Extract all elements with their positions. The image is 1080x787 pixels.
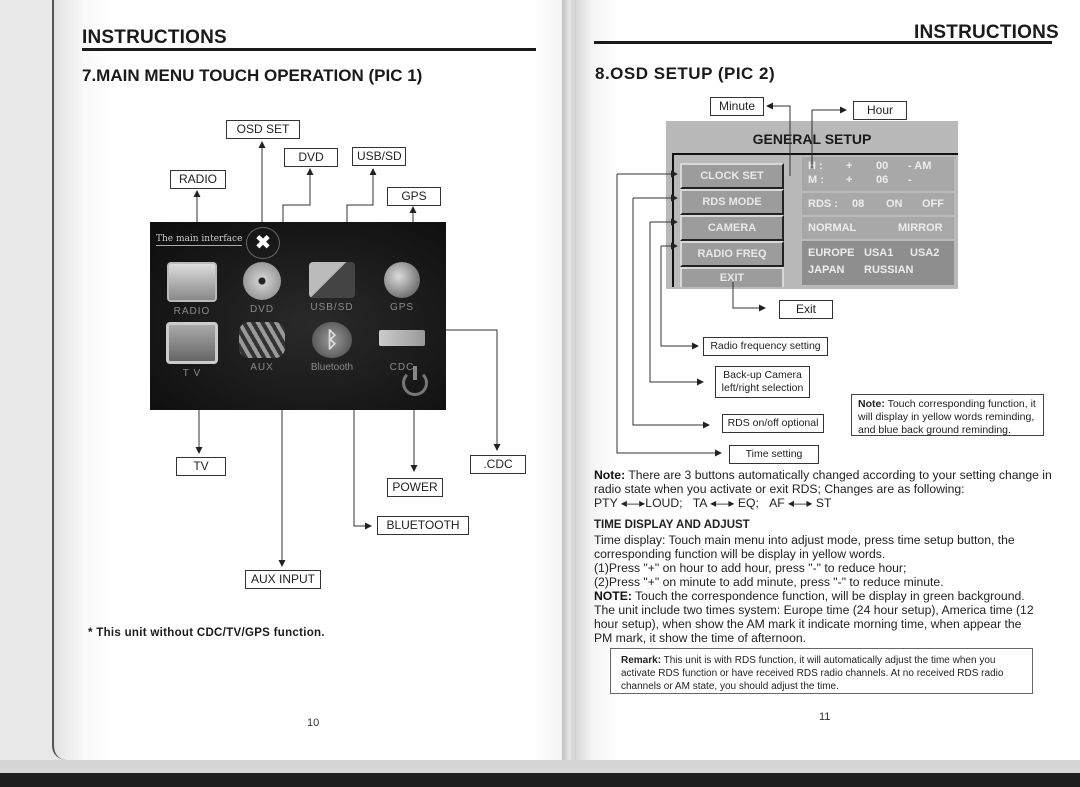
hour-label: H : (808, 160, 823, 172)
bluetooth-icon: ᛒ (312, 322, 352, 358)
rds-value: 08 (852, 198, 865, 210)
radio-freq-button[interactable]: RADIO FREQ (680, 241, 784, 267)
usb-sd-label: USB/SD (352, 147, 406, 166)
main-interface-title: The main interface (156, 234, 243, 246)
cd-changer-icon (379, 330, 425, 346)
rds-off-button[interactable]: OFF (922, 195, 944, 213)
gps-label: GPS (387, 187, 441, 206)
app-bluetooth[interactable]: ᛒ Bluetooth (300, 322, 364, 373)
left-header-rule (82, 48, 536, 51)
minute-minus-button[interactable]: - (908, 173, 912, 187)
scanner-edge (0, 773, 1080, 787)
dvd-label: DVD (284, 148, 338, 167)
book-gutter (562, 0, 576, 760)
app-radio[interactable]: RADIO (160, 262, 224, 317)
rds-label: RDS : (808, 198, 838, 210)
right-page-number: 11 (819, 711, 831, 723)
app-tv[interactable]: T V (160, 322, 224, 379)
camera-normal-button[interactable]: NORMAL (808, 219, 898, 237)
region-usa1-button[interactable]: USA1 (864, 245, 910, 262)
app-aux[interactable]: AUX (230, 322, 294, 373)
cables-icon (239, 322, 285, 358)
time-intro: Time display: Touch main menu into adjus… (594, 533, 1015, 561)
side-note-box: Note: Touch corresponding function, it w… (851, 394, 1044, 436)
minute-label: M : (808, 174, 824, 186)
right-header: INSTRUCTIONS (914, 22, 1059, 43)
left-page-number: 10 (307, 717, 320, 729)
camera-settings: NORMAL MIRROR (802, 217, 954, 239)
app-cdc[interactable]: CDC (370, 322, 434, 373)
camera-mirror-button[interactable]: MIRROR (898, 219, 943, 237)
rds-note: Note: There are 3 buttons automatically … (594, 468, 1052, 496)
power-label: POWER (387, 478, 443, 497)
minute-plus-button[interactable]: + (846, 173, 876, 187)
camera-label-box: Back-up Camera left/right selection (715, 366, 810, 398)
radio-label: RADIO (170, 170, 226, 189)
region-russian-button[interactable]: RUSSIAN (864, 262, 914, 279)
cdc-label: .CDC (470, 455, 526, 474)
time-note: NOTE: Touch the correspondence function,… (594, 589, 1034, 645)
main-interface-screenshot: The main interface ✖ RADIO DVD USB/SD GP… (150, 222, 446, 410)
exit-button[interactable]: EXIT (680, 267, 784, 287)
minute-value: 06 (876, 174, 889, 186)
region-usa2-button[interactable]: USA2 (910, 245, 939, 262)
globe-icon (384, 262, 420, 298)
region-japan-button[interactable]: JAPAN (808, 262, 864, 279)
rds-label-box: RDS on/off optional (722, 414, 824, 433)
rds-button-changes: PTY ◂—▸LOUD; TA ◂—▸ EQ; AF ◂—▸ ST (594, 496, 832, 510)
clock-set-button[interactable]: CLOCK SET (680, 163, 784, 189)
hour-plus-button[interactable]: + (846, 159, 876, 173)
left-section-title: 7.MAIN MENU TOUCH OPERATION (PIC 1) (82, 66, 423, 85)
clock-settings: H : +00 - AM M : +06 - (802, 157, 954, 191)
exit-label-box: Exit (779, 300, 833, 319)
radio-freq-label-box: Radio frequency setting (703, 337, 828, 356)
time-label-box: Time setting (729, 445, 819, 464)
left-header: INSTRUCTIONS (82, 27, 227, 48)
time-step-2: (2)Press "+" on minute to add minute, pr… (594, 575, 944, 589)
time-section-heading: TIME DISPLAY AND ADJUST (594, 519, 750, 531)
camera-button[interactable]: CAMERA (680, 215, 784, 241)
hour-value: 00 (876, 160, 889, 172)
region-europe-button[interactable]: EUROPE (808, 245, 864, 262)
app-gps[interactable]: GPS (370, 262, 434, 313)
page-edge (0, 760, 1080, 773)
general-setup-title: GENERAL SETUP (752, 131, 872, 147)
app-usb-sd[interactable]: USB/SD (300, 262, 364, 313)
rds-settings: RDS : 08 ON OFF (802, 193, 954, 215)
rds-on-button[interactable]: ON (886, 195, 922, 213)
minute-label-box: Minute (710, 97, 764, 116)
app-dvd[interactable]: DVD (230, 262, 294, 315)
wrench-screwdriver-icon[interactable]: ✖ (246, 227, 280, 259)
hour-label-box: Hour (853, 101, 907, 120)
radio-icon (167, 262, 217, 302)
aux-input-label: AUX INPUT (245, 570, 321, 589)
disc-icon (243, 262, 281, 300)
osd-set-label: OSD SET (226, 120, 300, 139)
general-setup-panel: GENERAL SETUP CLOCK SET RDS MODE CAMERA … (666, 121, 958, 289)
time-step-1: (1)Press "+" on hour to add hour, press … (594, 561, 907, 575)
left-footnote: * This unit without CDC/TV/GPS function. (88, 627, 325, 639)
region-settings: EUROPE USA1 USA2 JAPAN RUSSIAN (802, 241, 954, 285)
right-section-title: 8.OSD SETUP (PIC 2) (595, 64, 776, 83)
tv-icon (166, 322, 218, 364)
power-icon-bar (413, 366, 417, 380)
rds-mode-button[interactable]: RDS MODE (680, 189, 784, 215)
bluetooth-label: BLUETOOTH (377, 516, 469, 535)
remark-box: Remark: This unit is with RDS function, … (610, 648, 1033, 694)
tv-label: TV (176, 457, 226, 476)
hour-minus-button[interactable]: - AM (908, 159, 931, 173)
usb-sd-icon (309, 262, 355, 298)
